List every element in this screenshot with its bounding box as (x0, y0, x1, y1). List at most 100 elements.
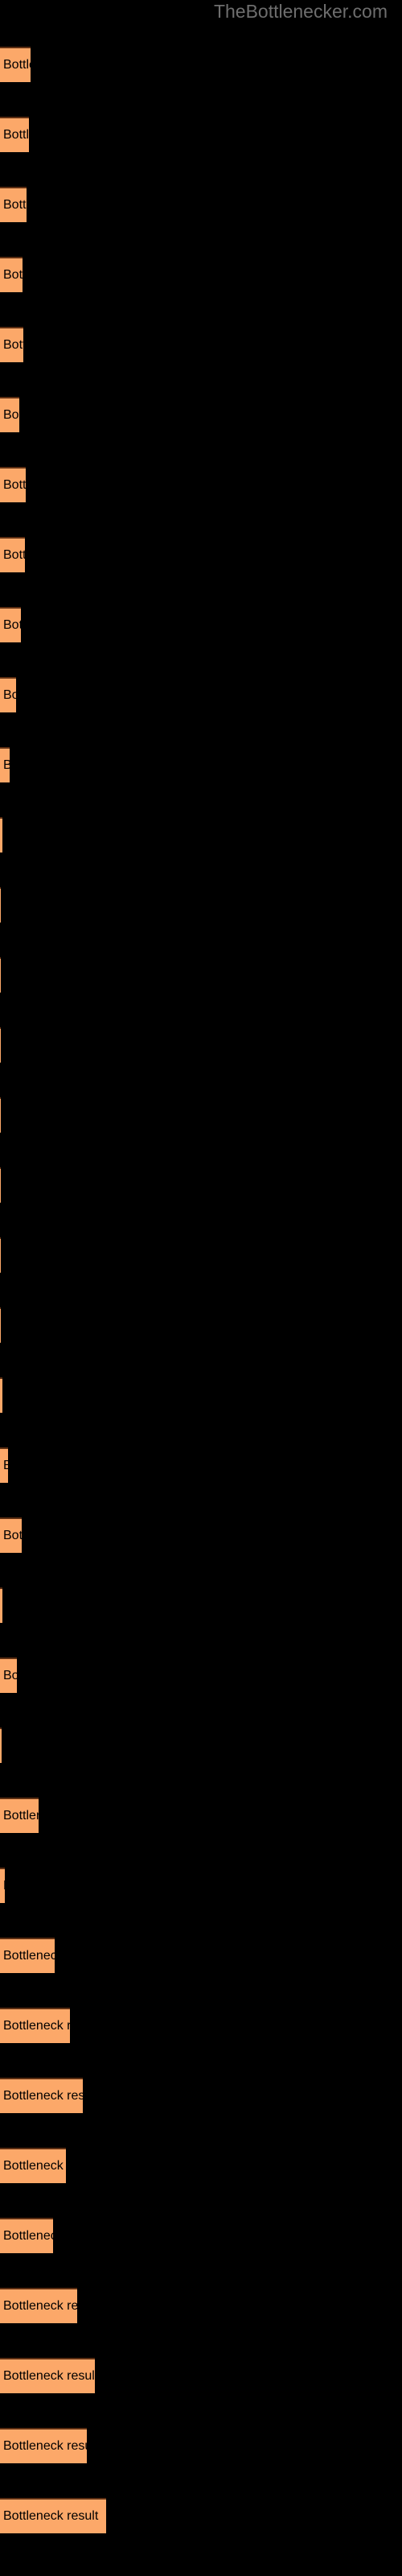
bar[interactable]: Bottleneck result (0, 1097, 1, 1133)
bar[interactable]: Bottleneck result (0, 747, 10, 782)
bar[interactable]: Bottleneck result (0, 2428, 87, 2463)
bar-label: Bottleneck result (3, 1529, 22, 1542)
bar-clip: Bottleneck result (0, 187, 27, 222)
bar-clip: Bottleneck result (0, 1657, 17, 1693)
bar-label: Bottleneck result (3, 688, 16, 702)
bar[interactable]: Bottleneck result (0, 1728, 2, 1763)
bar[interactable]: Bottleneck result (0, 327, 23, 362)
bar-row: Bottleneck result (0, 1362, 402, 1432)
bar-label: Bottleneck result (3, 1459, 8, 1472)
bar-label: Bottleneck result (3, 548, 25, 562)
bar[interactable]: Bottleneck result (0, 187, 27, 222)
bar-row: Bottleneck result (0, 1152, 402, 1222)
bar-clip: Bottleneck result (0, 47, 31, 82)
bar[interactable]: Bottleneck result (0, 1377, 2, 1413)
bar-row: Bottleneck result (0, 2202, 402, 2273)
bar-row: Bottleneck result (0, 1502, 402, 1572)
bar[interactable]: Bottleneck result (0, 2008, 70, 2043)
bar[interactable]: Bottleneck result (0, 2288, 77, 2323)
bar-clip: Bottleneck result (0, 1868, 5, 1903)
bar-clip: Bottleneck result (0, 2218, 53, 2253)
bar-clip: Bottleneck result (0, 2008, 70, 2043)
bar-label: Bottleneck result (3, 58, 31, 72)
bar[interactable]: Bottleneck result (0, 1447, 8, 1483)
bar-clip: Bottleneck result (0, 957, 1, 993)
bar-clip: Bottleneck result (0, 1377, 2, 1413)
bar-row: Bottleneck result (0, 1922, 402, 1992)
bar-row: Bottleneck result (0, 1642, 402, 1712)
bar-clip: Bottleneck result (0, 467, 26, 502)
bar[interactable]: Bottleneck result (0, 1237, 1, 1273)
bar[interactable]: Bottleneck result (0, 1167, 1, 1203)
bar-row: Bottleneck result (0, 802, 402, 872)
bar-label: Bottleneck result (3, 2089, 83, 2103)
bar[interactable]: Bottleneck result (0, 1657, 17, 1693)
bar[interactable]: Bottleneck result (0, 817, 2, 852)
bar-row: Bottleneck result (0, 382, 402, 452)
bar-row: Bottleneck result (0, 1222, 402, 1292)
bar-label: Bottleneck result (3, 128, 29, 142)
bar[interactable]: Bottleneck result (0, 1587, 2, 1623)
bar[interactable]: Bottleneck result (0, 2218, 53, 2253)
bar-row: Bottleneck result (0, 872, 402, 942)
bar-clip: Bottleneck result (0, 397, 19, 432)
bar-clip: Bottleneck result (0, 327, 23, 362)
bar[interactable]: Bottleneck result (0, 397, 19, 432)
bar-clip: Bottleneck result (0, 817, 2, 852)
bar-clip: Bottleneck result (0, 1517, 22, 1553)
bar-row: Bottleneck result (0, 1992, 402, 2062)
bar-label: Bottleneck result (3, 478, 26, 492)
bar-row: Bottleneck result (0, 2343, 402, 2413)
bar-row: Bottleneck result (0, 2483, 402, 2553)
bar-clip: Bottleneck result (0, 1938, 55, 1973)
bar-clip: Bottleneck result (0, 1798, 39, 1833)
bar[interactable]: Bottleneck result (0, 257, 23, 292)
bar-clip: Bottleneck result (0, 2498, 106, 2533)
bar[interactable]: Bottleneck result (0, 2078, 83, 2113)
bar-label: Bottleneck result (3, 758, 10, 772)
bar[interactable]: Bottleneck result (0, 117, 29, 152)
bar-clip: Bottleneck result (0, 2288, 77, 2323)
bar[interactable]: Bottleneck result (0, 1307, 1, 1343)
bar-label: Bottleneck result (3, 338, 23, 352)
bar[interactable]: Bottleneck result (0, 47, 31, 82)
bar-label: Bottleneck result (3, 1809, 39, 1823)
bar-label: Bottleneck result (3, 2509, 99, 2523)
bar-row: Bottleneck result (0, 1572, 402, 1642)
bar-row: Bottleneck result (0, 171, 402, 242)
bar[interactable]: Bottleneck result (0, 1798, 39, 1833)
bar-label: Bottleneck result (3, 2439, 87, 2453)
bar[interactable]: Bottleneck result (0, 887, 1, 923)
bar[interactable]: Bottleneck result (0, 677, 16, 712)
bar-label: Bottleneck result (3, 268, 23, 282)
bar[interactable]: Bottleneck result (0, 1868, 5, 1903)
bar-label: Bottleneck result (3, 408, 19, 422)
bar[interactable]: Bottleneck result (0, 1938, 55, 1973)
bar[interactable]: Bottleneck result (0, 2358, 95, 2393)
bar-label: Bottleneck result (3, 1669, 17, 1682)
bar-row: Bottleneck result (0, 101, 402, 171)
bar[interactable]: Bottleneck result (0, 1027, 1, 1063)
bar-label: Bottleneck result (3, 2159, 66, 2173)
bar-clip: Bottleneck result (0, 1237, 1, 1273)
bar[interactable]: Bottleneck result (0, 2498, 106, 2533)
bar-clip: Bottleneck result (0, 2358, 95, 2393)
bar-row: Bottleneck result (0, 31, 402, 101)
bar-row: Bottleneck result (0, 1432, 402, 1502)
bar-clip: Bottleneck result (0, 887, 1, 923)
bar-clip: Bottleneck result (0, 2148, 66, 2183)
bar-clip: Bottleneck result (0, 677, 16, 712)
bar-row: Bottleneck result (0, 452, 402, 522)
bar[interactable]: Bottleneck result (0, 537, 25, 572)
bar[interactable]: Bottleneck result (0, 607, 21, 642)
bar-label: Bottleneck result (3, 198, 27, 212)
bar-row: Bottleneck result (0, 1712, 402, 1782)
bar-row: Bottleneck result (0, 2413, 402, 2483)
bar[interactable]: Bottleneck result (0, 467, 26, 502)
bar-row: Bottleneck result (0, 2062, 402, 2132)
bar-label: Bottleneck result (3, 618, 21, 632)
bar[interactable]: Bottleneck result (0, 2148, 66, 2183)
bar[interactable]: Bottleneck result (0, 957, 1, 993)
bar-row: Bottleneck result (0, 942, 402, 1012)
bar[interactable]: Bottleneck result (0, 1517, 22, 1553)
